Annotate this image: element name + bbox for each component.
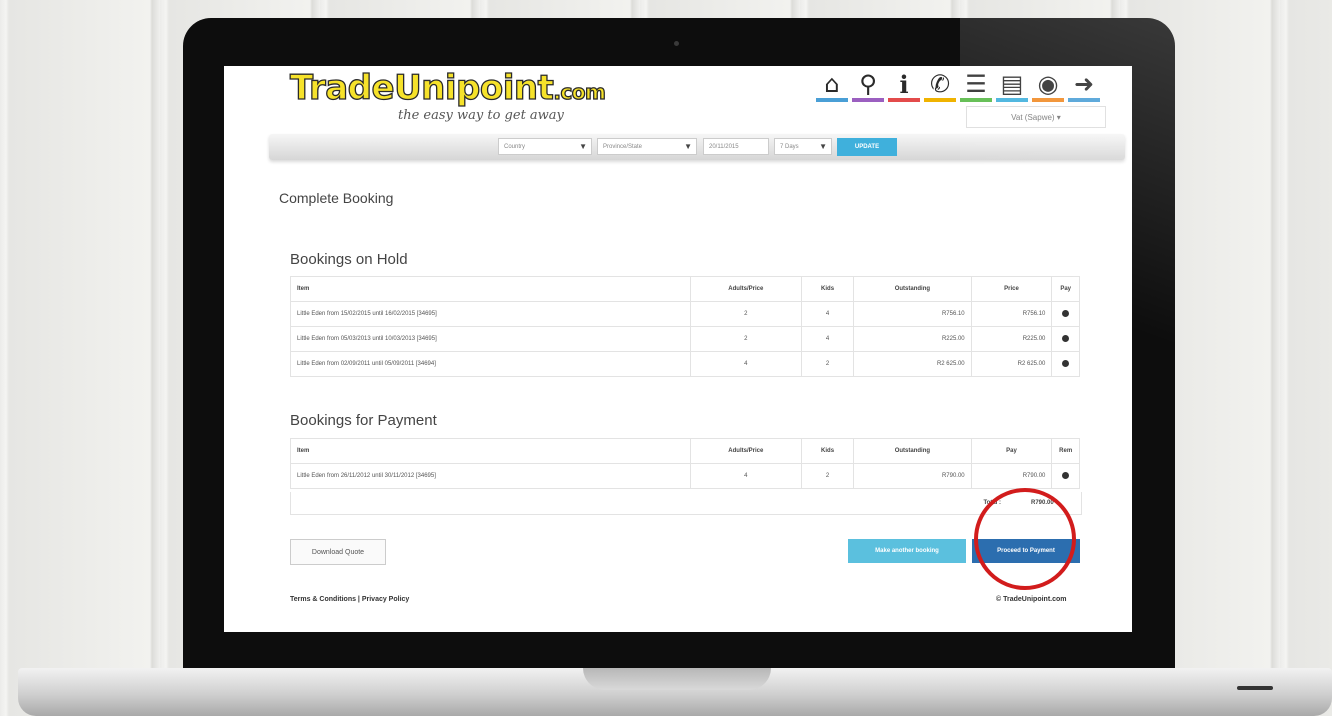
logo-tld: .com (553, 79, 607, 104)
download-quote-button[interactable]: Download Quote (290, 539, 386, 565)
chevron-down-icon: ▼ (819, 142, 827, 151)
site-tagline: the easy way to get away (398, 108, 564, 123)
radio-dot-icon (1062, 471, 1070, 479)
column-header: Pay (1051, 276, 1080, 302)
adults-cell: 2 (689, 301, 803, 327)
browser-screen: TradeUnipoint.com the easy way to get aw… (224, 66, 1132, 632)
home-icon[interactable]: ⌂ (816, 70, 848, 102)
total-label: Total : (983, 500, 1001, 506)
chevron-down-icon: ▼ (684, 142, 692, 151)
for-payment-table: Item Adults/Price Kids Outstanding Pay R… (290, 438, 1080, 489)
column-header: Outstanding (853, 438, 972, 464)
table-row: Little Eden from 02/09/2011 until 05/09/… (290, 351, 1080, 377)
table-header-row: Item Adults/Price Kids Outstanding Pay R… (290, 438, 1080, 464)
column-header: Price (970, 276, 1053, 302)
item-cell: Little Eden from 05/03/2013 until 10/03/… (290, 326, 691, 352)
cart-icon[interactable]: ▤ (996, 70, 1028, 102)
province-value: Province/State (603, 143, 643, 150)
table-header-row: Item Adults/Price Kids Outstanding Price… (290, 276, 1080, 302)
laptop-slot (1237, 686, 1273, 690)
table-row: Little Eden from 15/02/2015 until 16/02/… (290, 301, 1080, 327)
chevron-down-icon: ▼ (579, 142, 587, 151)
outstanding-cell: R225.00 (853, 326, 972, 352)
outstanding-cell: R2 625.00 (853, 351, 972, 377)
search-bar: Country ▼ Province/State ▼ 20/11/2015 7 Da… (269, 134, 1125, 160)
country-value: Country (504, 143, 526, 150)
table-row: Little Eden from 05/03/2013 until 10/03/… (290, 326, 1080, 352)
total-value: R790.00 (1031, 500, 1054, 506)
column-header: Outstanding (853, 276, 972, 302)
pay-radio[interactable] (1051, 326, 1080, 352)
item-cell: Little Eden from 26/11/2012 until 30/11/… (290, 463, 691, 489)
pay-radio[interactable] (1051, 351, 1080, 377)
province-select[interactable]: Province/State ▼ (597, 138, 697, 155)
page-title: Complete Booking (279, 190, 394, 206)
for-payment-title: Bookings for Payment (290, 412, 437, 429)
kids-cell: 4 (800, 326, 855, 352)
radio-dot-icon (1062, 359, 1070, 367)
info-icon[interactable]: i (888, 70, 920, 102)
column-header: Kids (800, 438, 855, 464)
adults-cell: 2 (689, 326, 803, 352)
pay-amount-cell[interactable]: R790.00 (970, 463, 1053, 489)
on-hold-title: Bookings on Hold (290, 251, 408, 268)
country-select[interactable]: Country ▼ (498, 138, 592, 155)
currency-selector[interactable]: Vat (Sapwe) ▾ (966, 106, 1106, 128)
column-header: Item (290, 276, 691, 302)
date-value: 20/11/2015 (709, 143, 739, 150)
make-another-booking-button[interactable]: Make another booking (848, 539, 966, 563)
adults-cell: 4 (689, 463, 803, 489)
column-header: Adults/Price (689, 438, 803, 464)
proceed-to-payment-button[interactable]: Proceed to Payment (972, 539, 1080, 563)
kids-cell: 2 (800, 351, 855, 377)
item-cell: Little Eden from 02/09/2011 until 05/09/… (290, 351, 691, 377)
nights-value: 7 Days (780, 143, 799, 150)
pay-radio[interactable] (1051, 301, 1080, 327)
radio-dot-icon (1062, 309, 1070, 317)
price-cell: R2 625.00 (970, 351, 1053, 377)
menu-icon[interactable]: ☰ (960, 70, 992, 102)
item-cell: Little Eden from 15/02/2015 until 16/02/… (290, 301, 691, 327)
footer-copyright: © TradeUnipoint.com (996, 596, 1067, 603)
laptop-notch (583, 668, 771, 690)
update-button[interactable]: UPDATE (837, 138, 897, 156)
top-nav-icons: ⌂ ⚲ i ✆ ☰ ▤ ◉ ➜ (816, 70, 1100, 102)
column-header: Item (290, 438, 691, 464)
price-cell: R225.00 (970, 326, 1053, 352)
kids-cell: 4 (800, 301, 855, 327)
outstanding-cell: R756.10 (853, 301, 972, 327)
search-icon[interactable]: ⚲ (852, 70, 884, 102)
column-header: Pay (970, 438, 1053, 464)
column-header: Rem (1051, 438, 1080, 464)
login-icon[interactable]: ➜ (1068, 70, 1100, 102)
kids-cell: 2 (800, 463, 855, 489)
date-input[interactable]: 20/11/2015 (703, 138, 769, 155)
nights-select[interactable]: 7 Days ▼ (774, 138, 832, 155)
price-cell: R756.10 (970, 301, 1053, 327)
location-icon[interactable]: ◉ (1032, 70, 1064, 102)
adults-cell: 4 (689, 351, 803, 377)
outstanding-cell: R790.00 (853, 463, 972, 489)
on-hold-table: Item Adults/Price Kids Outstanding Price… (290, 276, 1080, 377)
table-row: Little Eden from 26/11/2012 until 30/11/… (290, 463, 1080, 489)
phone-icon[interactable]: ✆ (924, 70, 956, 102)
column-header: Kids (800, 276, 855, 302)
camera-icon (674, 41, 679, 46)
radio-dot-icon (1062, 334, 1070, 342)
site-logo[interactable]: TradeUnipoint.com (289, 67, 607, 108)
remove-radio[interactable] (1051, 463, 1080, 489)
column-header: Adults/Price (689, 276, 803, 302)
logo-text: TradeUnipoint (289, 67, 554, 108)
footer-links[interactable]: Terms & Conditions | Privacy Policy (290, 596, 409, 603)
total-row: Total : R790.00 (290, 492, 1082, 515)
